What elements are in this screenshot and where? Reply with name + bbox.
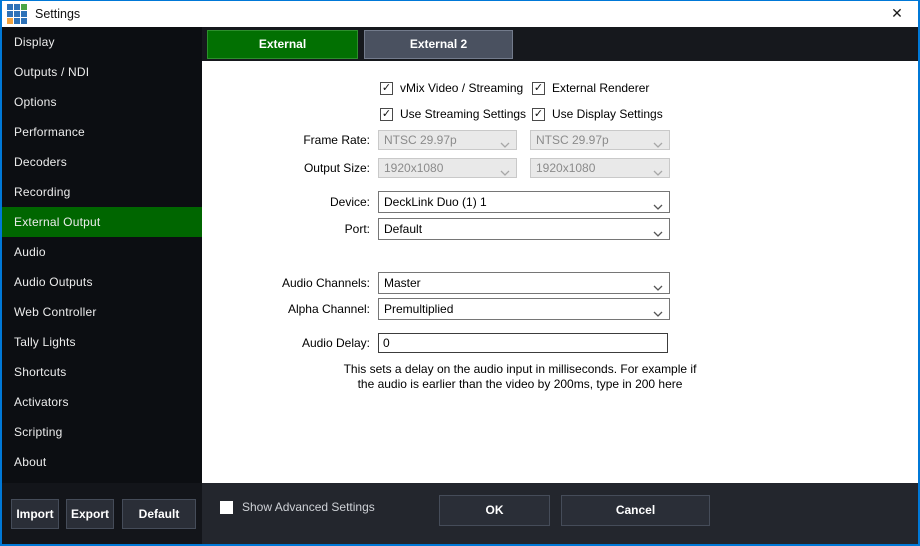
cancel-button[interactable]: Cancel bbox=[561, 495, 710, 526]
sidebar-item-about[interactable]: About bbox=[2, 447, 202, 477]
sidebar-item-performance[interactable]: Performance bbox=[2, 117, 202, 147]
sidebar-item-web-controller[interactable]: Web Controller bbox=[2, 297, 202, 327]
chevron-down-icon bbox=[653, 199, 663, 213]
alpha-channel-label: Alpha Channel: bbox=[202, 302, 370, 316]
chevron-down-icon bbox=[653, 280, 663, 294]
title-bar: Settings ✕ bbox=[2, 1, 918, 27]
chevron-down-icon bbox=[500, 165, 510, 178]
sidebar-item-decoders[interactable]: Decoders bbox=[2, 147, 202, 177]
show-advanced-settings-checkbox[interactable]: Show Advanced Settings bbox=[220, 500, 375, 514]
output-size-value-1: 1920x1080 bbox=[384, 161, 443, 175]
window-title: Settings bbox=[35, 7, 80, 21]
port-select[interactable]: Default bbox=[378, 218, 670, 240]
port-label: Port: bbox=[202, 222, 370, 236]
sidebar-item-activators[interactable]: Activators bbox=[2, 387, 202, 417]
vmix-logo-icon bbox=[7, 4, 27, 24]
frame-rate-value-1: NTSC 29.97p bbox=[384, 133, 457, 147]
vmix-video-streaming-label: vMix Video / Streaming bbox=[400, 81, 523, 95]
settings-sidebar: Display Outputs / NDI Options Performanc… bbox=[2, 27, 202, 483]
checkbox-checked-icon[interactable]: ✓ bbox=[380, 108, 393, 121]
settings-window: Settings ✕ Display Outputs / NDI Options… bbox=[0, 0, 920, 546]
help-line-2: the audio is earlier than the video by 2… bbox=[342, 377, 698, 392]
audio-delay-label: Audio Delay: bbox=[202, 336, 370, 350]
audio-delay-help-text: This sets a delay on the audio input in … bbox=[342, 362, 698, 392]
help-line-1: This sets a delay on the audio input in … bbox=[342, 362, 698, 377]
external-output-panel: ✓ vMix Video / Streaming ✓ External Rend… bbox=[202, 61, 918, 483]
port-value: Default bbox=[384, 222, 422, 236]
footer-bar: Import Export Default Show Advanced Sett… bbox=[2, 483, 918, 544]
footer-sidebar-section: Import Export Default bbox=[2, 483, 202, 544]
export-button[interactable]: Export bbox=[66, 499, 114, 529]
tab-external[interactable]: External bbox=[207, 30, 358, 59]
sidebar-item-outputs-ndi[interactable]: Outputs / NDI bbox=[2, 57, 202, 87]
use-streaming-settings-checkbox[interactable]: ✓ Use Streaming Settings bbox=[380, 107, 526, 121]
sidebar-item-shortcuts[interactable]: Shortcuts bbox=[2, 357, 202, 387]
output-size-value-2: 1920x1080 bbox=[536, 161, 595, 175]
audio-channels-select[interactable]: Master bbox=[378, 272, 670, 294]
checkbox-checked-icon[interactable]: ✓ bbox=[532, 108, 545, 121]
show-advanced-settings-label: Show Advanced Settings bbox=[242, 500, 375, 514]
device-select[interactable]: DeckLink Duo (1) 1 bbox=[378, 191, 670, 213]
output-tab-bar: External External 2 bbox=[202, 27, 918, 61]
use-streaming-settings-label: Use Streaming Settings bbox=[400, 107, 526, 121]
chevron-down-icon bbox=[653, 226, 663, 240]
device-value: DeckLink Duo (1) 1 bbox=[384, 195, 487, 209]
chevron-down-icon bbox=[653, 306, 663, 320]
audio-delay-input[interactable] bbox=[378, 333, 668, 353]
output-size-label: Output Size: bbox=[202, 161, 370, 175]
sidebar-item-options[interactable]: Options bbox=[2, 87, 202, 117]
import-button[interactable]: Import bbox=[11, 499, 59, 529]
alpha-channel-value: Premultiplied bbox=[384, 302, 453, 316]
audio-channels-label: Audio Channels: bbox=[202, 276, 370, 290]
checkbox-checked-icon[interactable]: ✓ bbox=[532, 82, 545, 95]
sidebar-item-external-output[interactable]: External Output bbox=[2, 207, 202, 237]
ok-button[interactable]: OK bbox=[439, 495, 550, 526]
device-label: Device: bbox=[202, 195, 370, 209]
output-size-select-2[interactable]: 1920x1080 bbox=[530, 158, 670, 178]
audio-channels-value: Master bbox=[384, 276, 421, 290]
sidebar-item-display[interactable]: Display bbox=[2, 27, 202, 57]
chevron-down-icon bbox=[500, 137, 510, 150]
default-button[interactable]: Default bbox=[122, 499, 196, 529]
chevron-down-icon bbox=[653, 137, 663, 150]
close-icon[interactable]: ✕ bbox=[876, 1, 918, 27]
checkbox-unchecked-icon[interactable] bbox=[220, 501, 233, 514]
chevron-down-icon bbox=[653, 165, 663, 178]
tab-external-2[interactable]: External 2 bbox=[364, 30, 513, 59]
sidebar-item-audio[interactable]: Audio bbox=[2, 237, 202, 267]
sidebar-item-recording[interactable]: Recording bbox=[2, 177, 202, 207]
sidebar-item-tally-lights[interactable]: Tally Lights bbox=[2, 327, 202, 357]
use-display-settings-label: Use Display Settings bbox=[552, 107, 663, 121]
frame-rate-label: Frame Rate: bbox=[202, 133, 370, 147]
checkbox-checked-icon[interactable]: ✓ bbox=[380, 82, 393, 95]
output-size-select-1[interactable]: 1920x1080 bbox=[378, 158, 517, 178]
sidebar-item-scripting[interactable]: Scripting bbox=[2, 417, 202, 447]
frame-rate-select-1[interactable]: NTSC 29.97p bbox=[378, 130, 517, 150]
sidebar-item-audio-outputs[interactable]: Audio Outputs bbox=[2, 267, 202, 297]
vmix-video-streaming-checkbox[interactable]: ✓ vMix Video / Streaming bbox=[380, 81, 523, 95]
alpha-channel-select[interactable]: Premultiplied bbox=[378, 298, 670, 320]
external-renderer-label: External Renderer bbox=[552, 81, 649, 95]
use-display-settings-checkbox[interactable]: ✓ Use Display Settings bbox=[532, 107, 663, 121]
external-renderer-checkbox[interactable]: ✓ External Renderer bbox=[532, 81, 649, 95]
frame-rate-value-2: NTSC 29.97p bbox=[536, 133, 609, 147]
frame-rate-select-2[interactable]: NTSC 29.97p bbox=[530, 130, 670, 150]
